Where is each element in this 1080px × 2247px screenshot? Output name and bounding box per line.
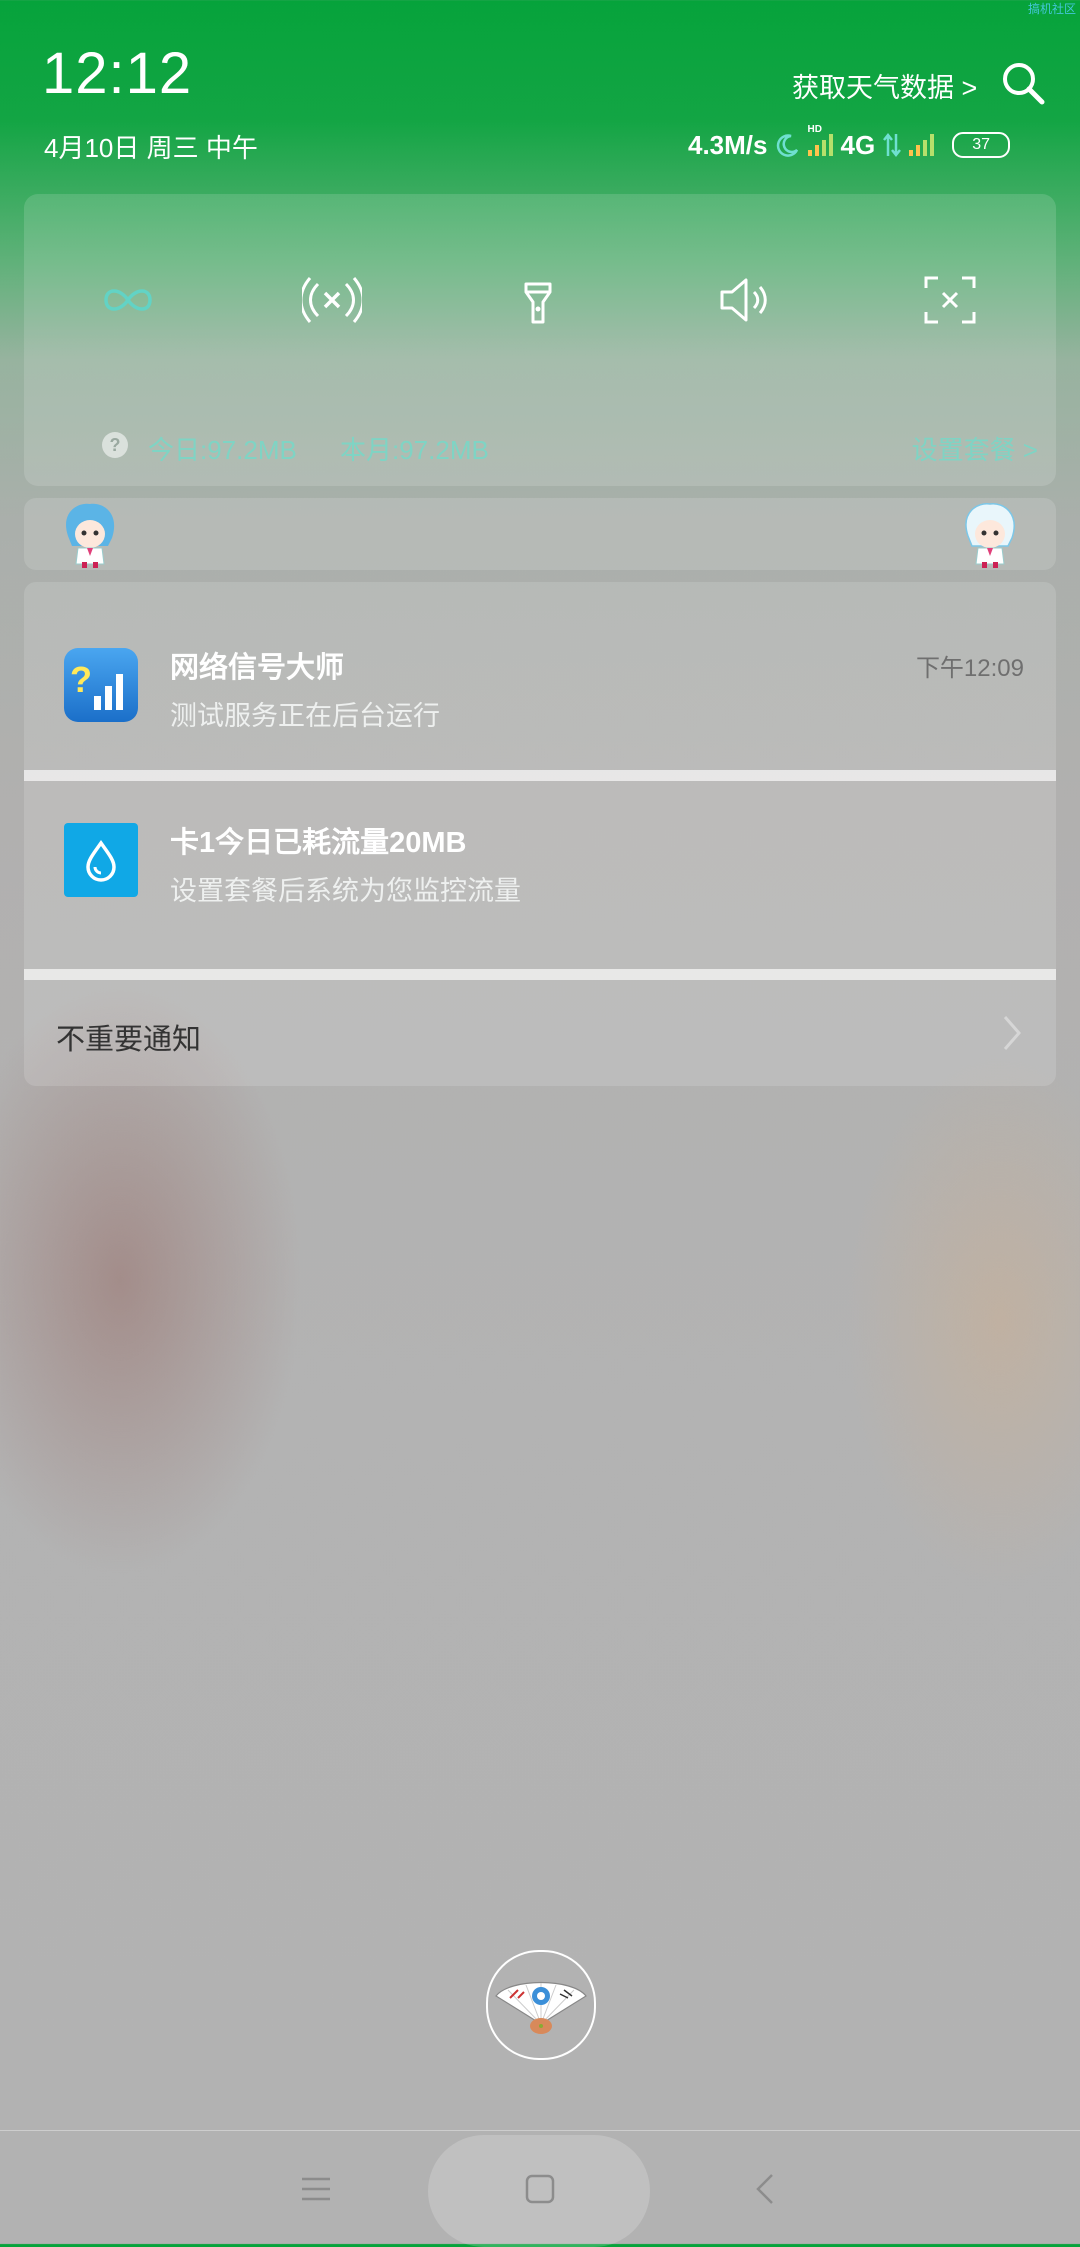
infinity-icon[interactable]: [98, 270, 158, 330]
divider: [24, 770, 1056, 781]
floating-assistant-button[interactable]: [486, 1950, 596, 2060]
back-icon[interactable]: [746, 2169, 786, 2209]
quick-settings-panel: ? 今日:97.2MB 本月:97.2MB 设置套餐 >: [24, 194, 1056, 486]
corner-watermark: 搞机社区: [1027, 2, 1076, 16]
signal-master-app-icon: ?: [64, 648, 138, 722]
net-speed: 4.3M/s: [688, 129, 768, 160]
date-label: 4月10日 周三 中午: [44, 133, 258, 163]
notification-body: 设置套餐后系统为您监控流量: [170, 876, 521, 906]
month-usage: 本月:97.2MB: [340, 435, 489, 465]
sim1-signal-icon: HD: [807, 124, 833, 156]
help-icon[interactable]: ?: [102, 432, 128, 458]
notification-body: 测试服务正在后台运行: [170, 701, 440, 731]
sound-icon[interactable]: [714, 270, 774, 330]
mascot-left-icon[interactable]: [60, 502, 120, 568]
hd-badge: HD: [807, 124, 822, 135]
unimportant-notifications-row[interactable]: 不重要通知: [24, 980, 1056, 1086]
notification-title: 卡1今日已耗流量20MB: [170, 827, 467, 859]
set-package-link[interactable]: 设置套餐 >: [912, 430, 1038, 467]
moon-icon: [776, 134, 798, 157]
status-bar: 4.3M/s HD 4G 37: [688, 124, 1011, 162]
mascot-right-icon[interactable]: [960, 502, 1020, 568]
home-icon[interactable]: [520, 2169, 560, 2209]
chevron-right-icon: [1003, 1016, 1021, 1050]
data-drop-app-icon: [64, 823, 138, 897]
screenshot-icon[interactable]: [920, 270, 980, 330]
battery-indicator: 37: [952, 132, 1011, 158]
navigation-bar: [0, 2130, 1080, 2247]
divider: [24, 969, 1056, 980]
mascot-strip: [24, 498, 1056, 570]
network-type: 4G: [840, 129, 876, 160]
svg-text:?: ?: [70, 659, 92, 700]
notification-signal-master[interactable]: ? 网络信号大师 测试服务正在后台运行 下午12:09: [24, 582, 1056, 770]
data-arrows-icon: [883, 132, 902, 158]
notification-time: 下午12:09: [915, 655, 1024, 682]
notification-title: 网络信号大师: [170, 652, 345, 684]
notification-group: ? 网络信号大师 测试服务正在后台运行 下午12:09 卡1今日已耗流量20MB…: [24, 582, 1056, 1086]
clock[interactable]: 12:12: [42, 40, 192, 107]
today-usage: 今日:97.2MB: [148, 435, 297, 465]
menu-icon[interactable]: [296, 2169, 336, 2209]
unimportant-notifications-label: 不重要通知: [56, 1024, 202, 1056]
sim2-signal-icon: [909, 134, 935, 156]
hotspot-icon[interactable]: [302, 270, 362, 330]
flashlight-icon[interactable]: [508, 270, 568, 330]
weather-link[interactable]: 获取天气数据 >: [792, 66, 977, 105]
search-icon[interactable]: [1000, 60, 1046, 106]
data-usage-row: ? 今日:97.2MB 本月:97.2MB 设置套餐 >: [78, 426, 1038, 466]
notification-data-usage[interactable]: 卡1今日已耗流量20MB 设置套餐后系统为您监控流量: [24, 781, 1056, 969]
fan-mascot-icon: [495, 1982, 587, 2034]
